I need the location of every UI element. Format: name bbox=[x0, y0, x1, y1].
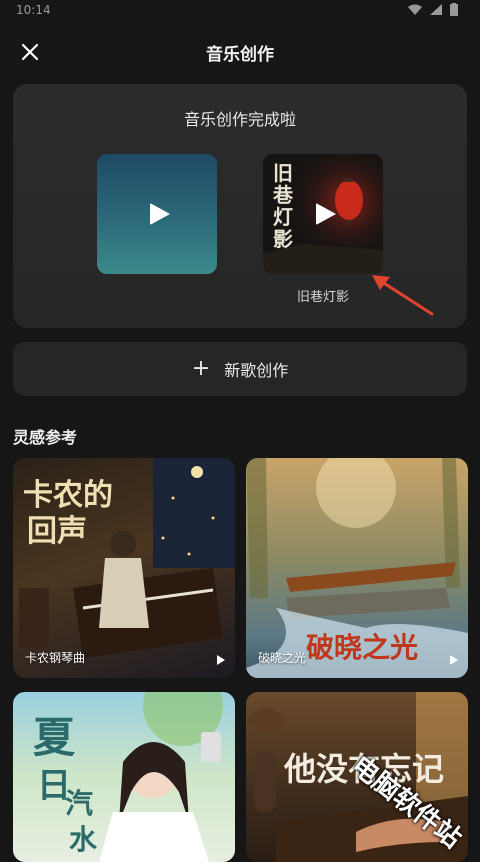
card-art-char-1: 夏 bbox=[33, 713, 76, 762]
signal-icon bbox=[430, 4, 442, 18]
status-bar: 10:14 bbox=[0, 0, 480, 24]
card-play-icon bbox=[217, 655, 225, 665]
creation-done-card: 音乐创作完成啦 旧巷灯影 旧巷灯影 bbox=[13, 84, 467, 328]
page-title: 音乐创作 bbox=[206, 45, 274, 65]
inspiration-card-2[interactable]: 破晓之光 破晓之光 bbox=[246, 458, 468, 678]
inspiration-card-3[interactable]: 夏 日 汽 水 bbox=[13, 692, 235, 862]
card-caption: 卡农钢琴曲 bbox=[25, 651, 86, 665]
play-icon bbox=[150, 203, 170, 225]
song-thumbnail-2[interactable]: 旧巷灯影 bbox=[263, 154, 383, 274]
song-thumbnail-1[interactable] bbox=[97, 154, 217, 274]
battery-icon bbox=[450, 3, 458, 19]
new-song-button[interactable]: + 新歌创作 bbox=[13, 342, 467, 396]
wifi-icon bbox=[408, 4, 422, 18]
plus-icon: + bbox=[191, 356, 211, 381]
card-art-char-3: 汽 bbox=[65, 787, 94, 820]
cover-title-text: 旧巷灯影 bbox=[273, 161, 293, 251]
new-song-label: 新歌创作 bbox=[224, 361, 289, 380]
play-icon bbox=[316, 203, 336, 225]
inspiration-title: 灵感参考 bbox=[13, 428, 78, 447]
card-play-icon bbox=[450, 655, 458, 665]
inspiration-card-1[interactable]: 卡农的 回声 卡农钢琴曲 bbox=[13, 458, 235, 678]
status-time: 10:14 bbox=[16, 3, 51, 17]
pointer-arrow bbox=[372, 275, 434, 316]
card-art-subtitle: 回声 bbox=[27, 514, 87, 549]
card-art-title: 破晓之光 bbox=[306, 631, 419, 664]
card-art-char-4: 水 bbox=[69, 823, 98, 856]
header: 音乐创作 bbox=[0, 28, 480, 72]
song-title-label: 旧巷灯影 bbox=[296, 290, 349, 305]
status-icons bbox=[408, 3, 458, 19]
card-caption: 破晓之光 bbox=[258, 651, 307, 665]
done-title: 音乐创作完成啦 bbox=[183, 110, 296, 129]
